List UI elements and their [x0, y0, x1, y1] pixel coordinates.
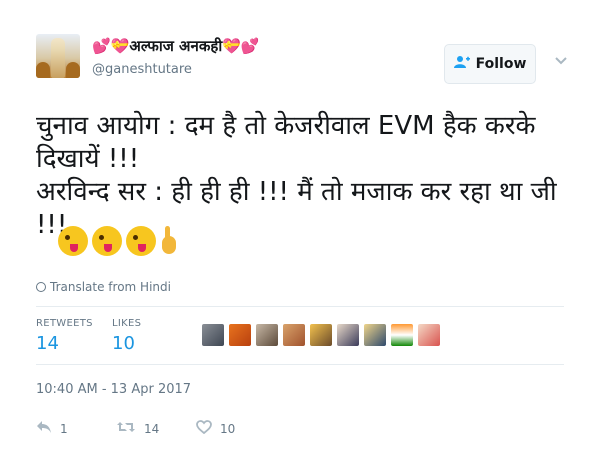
- retweet-button[interactable]: 14: [116, 420, 196, 438]
- winking-tongue-emoji-icon: [58, 226, 88, 256]
- retweet-count: 14: [144, 422, 160, 436]
- liker-avatar[interactable]: [337, 324, 359, 346]
- liker-avatar[interactable]: [391, 324, 413, 346]
- tweet-timestamp[interactable]: 10:40 AM - 13 Apr 2017: [36, 382, 191, 397]
- reply-icon: [36, 420, 52, 438]
- display-name[interactable]: 💕💝अल्फाज अनकही💝💕: [92, 36, 260, 56]
- tweet-card: 💕💝अल्फाज अनकही💝💕 @ganeshtutare Follow चु…: [0, 0, 600, 450]
- retweets-stat[interactable]: RETWEETS 14: [36, 318, 93, 354]
- translate-link[interactable]: Translate from Hindi: [36, 280, 171, 294]
- liker-avatar[interactable]: [310, 324, 332, 346]
- liker-avatar[interactable]: [283, 324, 305, 346]
- retweets-count: 14: [36, 333, 59, 354]
- action-bar: 1 14 10: [36, 420, 276, 438]
- caret-down-icon[interactable]: [552, 54, 570, 72]
- likes-label: LIKES: [112, 318, 142, 329]
- translate-label: Translate from Hindi: [50, 280, 171, 294]
- liker-avatar[interactable]: [202, 324, 224, 346]
- follow-button[interactable]: Follow: [444, 44, 536, 84]
- liker-avatar[interactable]: [364, 324, 386, 346]
- tweet-text: चुनाव आयोग : दम है तो केजरीवाल EVM हैक क…: [36, 111, 557, 240]
- avatar[interactable]: [36, 34, 80, 78]
- winking-tongue-emoji-icon: [92, 226, 122, 256]
- like-button[interactable]: 10: [196, 420, 276, 438]
- reply-count: 1: [60, 422, 68, 436]
- emoji-row: [58, 226, 180, 256]
- reply-button[interactable]: 1: [36, 420, 116, 438]
- winking-tongue-emoji-icon: [126, 226, 156, 256]
- divider: [36, 306, 564, 307]
- divider: [36, 364, 564, 365]
- likes-count: 10: [112, 333, 135, 354]
- like-icon: [196, 420, 212, 438]
- globe-icon: [36, 282, 46, 292]
- like-count: 10: [220, 422, 236, 436]
- retweet-icon: [116, 420, 136, 438]
- liker-avatar[interactable]: [418, 324, 440, 346]
- user-handle[interactable]: @ganeshtutare: [92, 62, 192, 77]
- retweets-label: RETWEETS: [36, 318, 93, 329]
- person-figure-image: [51, 38, 65, 78]
- liker-avatars: [202, 324, 440, 346]
- liker-avatar[interactable]: [256, 324, 278, 346]
- follow-person-icon: [453, 55, 470, 73]
- follow-label: Follow: [475, 56, 527, 72]
- lion-right-image: [66, 62, 80, 78]
- likes-stat[interactable]: LIKES 10: [112, 318, 141, 354]
- liker-avatar[interactable]: [229, 324, 251, 346]
- lion-left-image: [36, 62, 50, 78]
- ok-hand-emoji-icon: [160, 226, 180, 256]
